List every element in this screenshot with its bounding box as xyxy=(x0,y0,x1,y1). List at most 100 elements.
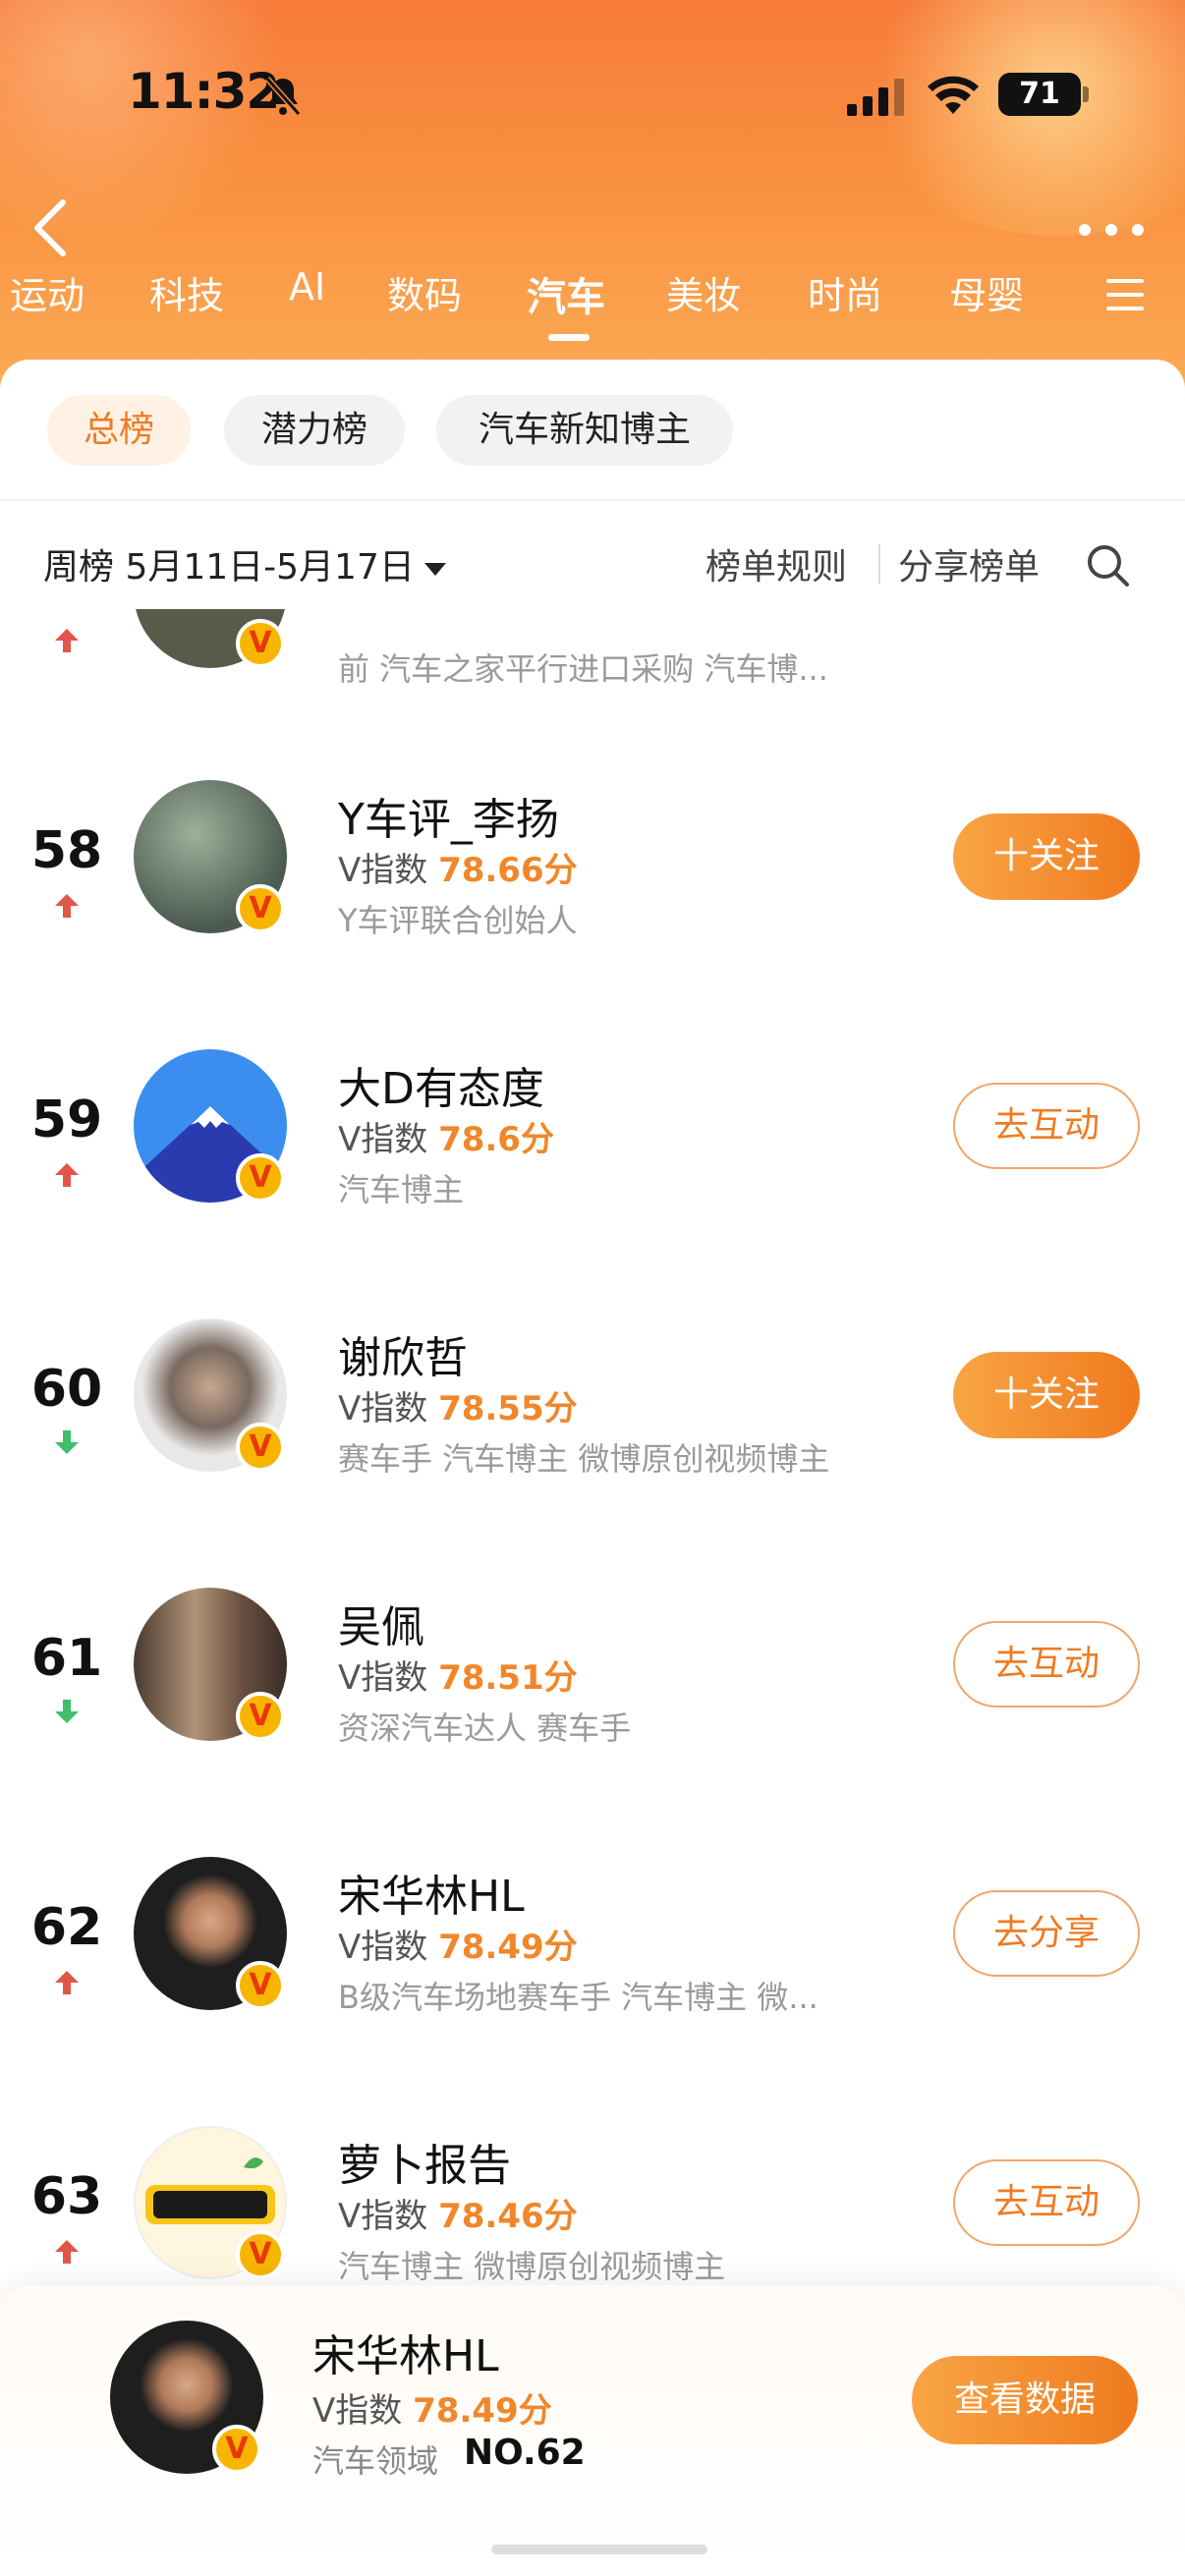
blogger-name[interactable]: Y车评_李扬 xyxy=(338,784,559,847)
v-index-score: 78.66分 xyxy=(438,851,578,890)
trend-up-icon xyxy=(55,2240,79,2264)
rank-number: 59 xyxy=(30,1091,103,1149)
blogger-desc: 赛车手 汽车博主 微博原创视频博主 xyxy=(338,1440,830,1478)
share-link[interactable]: 分享榜单 xyxy=(898,538,1040,589)
list-item[interactable]: 61 V 吴佩 V指数 78.51分 资深汽车达人 赛车手 去互动 xyxy=(0,1588,1185,1747)
status-time: 11:32 xyxy=(128,63,280,120)
v-index-label: V指数 xyxy=(338,1658,428,1698)
interact-button[interactable]: 去互动 xyxy=(953,1083,1140,1169)
trend-down-icon xyxy=(55,1430,79,1454)
tab-fashion[interactable]: 时尚 xyxy=(808,265,882,319)
filter-row: 周榜 5月11日-5月17日 榜单规则 分享榜单 xyxy=(0,538,1185,597)
week-selector[interactable]: 周榜 5月11日-5月17日 xyxy=(43,538,446,589)
tab-beauty[interactable]: 美妆 xyxy=(666,265,741,319)
category-tabs: 运动 科技 AI 数码 汽车 美妆 时尚 母婴 xyxy=(0,265,1185,328)
rules-link[interactable]: 榜单规则 xyxy=(705,538,847,589)
trend-up-icon xyxy=(55,1163,79,1187)
subtab-potential[interactable]: 潜力榜 xyxy=(224,395,405,466)
ranking-list: V 前 汽车之家平行进口采购 汽车博... 58 V Y车评_李扬 V指数 78… xyxy=(0,609,1185,2299)
divider xyxy=(0,499,1185,501)
caret-down-icon xyxy=(423,562,446,576)
interact-button[interactable]: 去互动 xyxy=(953,1621,1140,1708)
list-item[interactable]: 59 V 大D有态度 V指数 78.6分 汽车博主 去互动 xyxy=(0,1049,1185,1208)
header xyxy=(0,0,1185,393)
subtab-new-auto-bloggers[interactable]: 汽车新知博主 xyxy=(436,395,733,466)
verified-badge: V xyxy=(236,1153,285,1203)
rank-number: 58 xyxy=(30,821,103,880)
verified-badge: V xyxy=(236,1692,285,1741)
tab-auto[interactable]: 汽车 xyxy=(527,265,605,322)
follow-button[interactable]: 十关注 xyxy=(953,1352,1140,1438)
blogger-name[interactable]: 大D有态度 xyxy=(338,1053,544,1116)
v-index: V指数 78.55分 xyxy=(338,1381,578,1429)
rank-number: 63 xyxy=(30,2167,103,2226)
follow-button[interactable]: 十关注 xyxy=(953,813,1140,900)
v-index: V指数 78.49分 xyxy=(338,1920,578,1968)
trend-up-icon xyxy=(55,629,79,652)
more-icon[interactable] xyxy=(1077,222,1146,238)
blogger-name[interactable]: 谢欣哲 xyxy=(338,1322,468,1385)
interact-button[interactable]: 去互动 xyxy=(953,2159,1140,2246)
verified-badge: V xyxy=(236,1423,285,1472)
blogger-desc: 汽车博主 微博原创视频博主 xyxy=(338,2248,726,2285)
list-item-partial[interactable]: V 前 汽车之家平行进口采购 汽车博... xyxy=(0,609,1185,688)
v-index-score: 78.6分 xyxy=(438,1120,554,1159)
tab-tech[interactable]: 科技 xyxy=(149,265,224,319)
tab-mother-baby[interactable]: 母婴 xyxy=(949,265,1024,319)
tab-ai[interactable]: AI xyxy=(289,265,325,308)
blogger-desc: 汽车博主 xyxy=(338,1171,465,1208)
blogger-name[interactable]: 宋华林HL xyxy=(338,1861,525,1924)
v-index: V指数 78.66分 xyxy=(338,843,578,891)
trend-up-icon xyxy=(55,1971,79,1994)
blogger-desc: B级汽车场地赛车手 汽车博主 微... xyxy=(338,1979,818,2016)
my-rank: NO.62 xyxy=(464,2433,586,2473)
battery-cap xyxy=(1083,86,1089,102)
v-index-label: V指数 xyxy=(338,2197,428,2236)
my-rank-card: V 宋华林HL V指数 78.49分 汽车领域 NO.62 查看数据 xyxy=(0,2285,1185,2576)
v-index-score: 78.46分 xyxy=(438,2197,578,2236)
trend-down-icon xyxy=(55,1700,79,1723)
list-item[interactable]: 62 V 宋华林HL V指数 78.49分 B级汽车场地赛车手 汽车博主 微..… xyxy=(0,1857,1185,2016)
active-tab-indicator xyxy=(548,334,590,341)
separator xyxy=(878,544,880,584)
list-item[interactable]: 63 V 萝卜报告 V指数 78.46分 汽车博主 微博原创视频博主 去互动 xyxy=(0,2126,1185,2285)
signal-icon xyxy=(847,79,904,116)
tab-sports[interactable]: 运动 xyxy=(10,265,85,319)
back-icon[interactable] xyxy=(28,196,71,259)
verified-badge: V xyxy=(236,619,285,668)
my-domain: 汽车领域 xyxy=(312,2442,439,2480)
rank-number: 60 xyxy=(30,1360,103,1419)
share-button[interactable]: 去分享 xyxy=(953,1890,1140,1977)
search-icon[interactable] xyxy=(1085,542,1130,588)
verified-badge: V xyxy=(236,2230,285,2279)
v-index-label: V指数 xyxy=(338,1389,428,1428)
list-item[interactable]: 58 V Y车评_李扬 V指数 78.66分 Y车评联合创始人 十关注 xyxy=(0,780,1185,939)
blogger-name[interactable]: 萝卜报告 xyxy=(338,2130,511,2193)
v-index: V指数 78.51分 xyxy=(338,1651,578,1699)
verified-badge: V xyxy=(236,884,285,933)
v-index-score: 78.51分 xyxy=(438,1658,578,1698)
v-index-label: V指数 xyxy=(312,2391,403,2431)
blogger-name[interactable]: 吴佩 xyxy=(338,1592,424,1654)
blogger-desc: 前 汽车之家平行进口采购 汽车博... xyxy=(338,650,828,688)
trend-up-icon xyxy=(55,894,79,918)
wifi-icon xyxy=(928,76,979,114)
v-index-score: 78.49分 xyxy=(413,2391,552,2431)
tab-digital[interactable]: 数码 xyxy=(387,265,462,319)
home-indicator xyxy=(491,2545,707,2554)
v-index-label: V指数 xyxy=(338,1120,428,1159)
verified-badge: V xyxy=(236,1961,285,2010)
v-index-score: 78.55分 xyxy=(438,1389,578,1428)
v-index-label: V指数 xyxy=(338,851,428,890)
rank-number: 61 xyxy=(30,1629,103,1688)
blogger-desc: Y车评联合创始人 xyxy=(338,902,578,939)
bell-muted-icon xyxy=(264,77,302,116)
week-label: 周榜 5月11日-5月17日 xyxy=(43,547,415,588)
menu-icon[interactable] xyxy=(1104,277,1146,312)
v-index-score: 78.49分 xyxy=(438,1928,578,1967)
battery-indicator: 71 xyxy=(998,73,1081,116)
list-item[interactable]: 60 V 谢欣哲 V指数 78.55分 赛车手 汽车博主 微博原创视频博主 十关… xyxy=(0,1318,1185,1478)
view-data-button[interactable]: 查看数据 xyxy=(912,2356,1138,2444)
my-name: 宋华林HL xyxy=(312,2331,499,2381)
subtab-overall[interactable]: 总榜 xyxy=(47,395,191,466)
